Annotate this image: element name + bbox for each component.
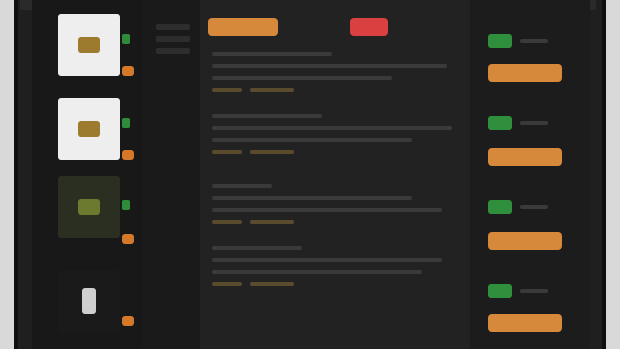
badge <box>122 234 134 244</box>
status-row <box>488 284 548 298</box>
image-thumbnail-icon <box>78 199 100 215</box>
status-label <box>520 39 548 43</box>
online-indicator <box>488 34 512 48</box>
action-button[interactable] <box>488 314 562 332</box>
nav-item[interactable] <box>156 48 190 54</box>
tab-primary[interactable] <box>208 18 278 36</box>
online-indicator <box>488 116 512 130</box>
tab-secondary[interactable] <box>282 18 344 36</box>
row-thumbnail[interactable] <box>58 98 120 160</box>
image-thumbnail-icon <box>78 37 100 53</box>
list-item[interactable] <box>212 114 462 154</box>
status-label <box>520 205 548 209</box>
badge <box>122 316 134 326</box>
online-indicator <box>488 200 512 214</box>
status-label <box>520 121 548 125</box>
action-button[interactable] <box>488 64 562 82</box>
row-thumbnail[interactable] <box>58 176 120 238</box>
status-indicator <box>122 118 130 128</box>
status-indicator <box>122 34 130 44</box>
nav-item[interactable] <box>156 36 190 42</box>
action-button[interactable] <box>488 232 562 250</box>
row-thumbnail[interactable] <box>58 14 120 76</box>
list-item[interactable] <box>212 52 462 92</box>
list-item[interactable] <box>212 184 462 224</box>
nav-item[interactable] <box>156 24 190 30</box>
status-row <box>488 116 548 130</box>
tab-alert[interactable] <box>350 18 388 36</box>
image-thumbnail-icon <box>82 288 96 314</box>
badge <box>122 150 134 160</box>
image-thumbnail-icon <box>78 121 100 137</box>
status-label <box>520 289 548 293</box>
list-item[interactable] <box>212 246 462 286</box>
badge <box>122 66 134 76</box>
online-indicator <box>488 284 512 298</box>
action-button[interactable] <box>488 148 562 166</box>
status-indicator <box>122 200 130 210</box>
status-row <box>488 200 548 214</box>
row-thumbnail[interactable] <box>58 270 120 332</box>
status-row <box>488 34 548 48</box>
